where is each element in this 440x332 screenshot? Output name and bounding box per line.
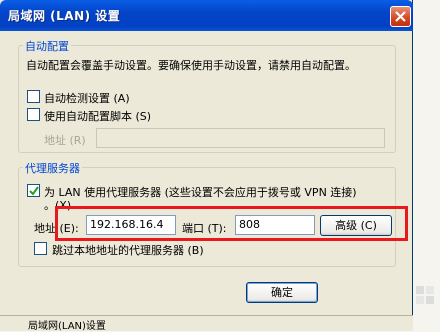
use-script-checkbox[interactable]	[27, 108, 40, 121]
close-button[interactable]	[390, 6, 411, 27]
bypass-local-checkbox[interactable]	[34, 242, 47, 255]
watermark-logo	[414, 282, 438, 310]
title-bar[interactable]: 局域网 (LAN) 设置	[0, 0, 413, 31]
use-proxy-label[interactable]: 为 LAN 使用代理服务器 (这些设置不会应用于拨号或 VPN 连接)	[44, 184, 357, 200]
close-icon	[395, 11, 406, 22]
auto-config-description: 自动配置会覆盖手动设置。要确保使用手动设置，请禁用自动配置。	[26, 59, 356, 72]
script-address-field[interactable]	[96, 128, 385, 148]
use-proxy-checkbox[interactable]	[27, 184, 40, 197]
use-script-label[interactable]: 使用自动配置脚本 (S)	[44, 108, 151, 124]
proxy-server-group-title: 代理服务器	[23, 160, 82, 176]
window-title: 局域网 (LAN) 设置	[8, 9, 121, 23]
bypass-local-label[interactable]: 跳过本地地址的代理服务器 (B)	[52, 242, 204, 258]
background-window-titlebar: 局域网(LAN)设置	[0, 315, 413, 332]
auto-detect-label[interactable]: 自动检测设置 (A)	[44, 90, 130, 106]
proxy-settings-highlight	[55, 206, 408, 241]
background-window-title: 局域网(LAN)设置	[28, 321, 106, 332]
checkmark-icon	[29, 186, 39, 196]
script-address-label: 地址 (R)	[44, 134, 86, 147]
auto-detect-checkbox[interactable]	[27, 90, 40, 103]
ok-button[interactable]: 确定	[246, 282, 318, 303]
auto-config-group-title: 自动配置	[23, 38, 71, 54]
lan-settings-dialog: 局域网 (LAN) 设置 自动配置 自动配置会覆盖手动设置。要确保使用手动设置，…	[0, 0, 413, 332]
